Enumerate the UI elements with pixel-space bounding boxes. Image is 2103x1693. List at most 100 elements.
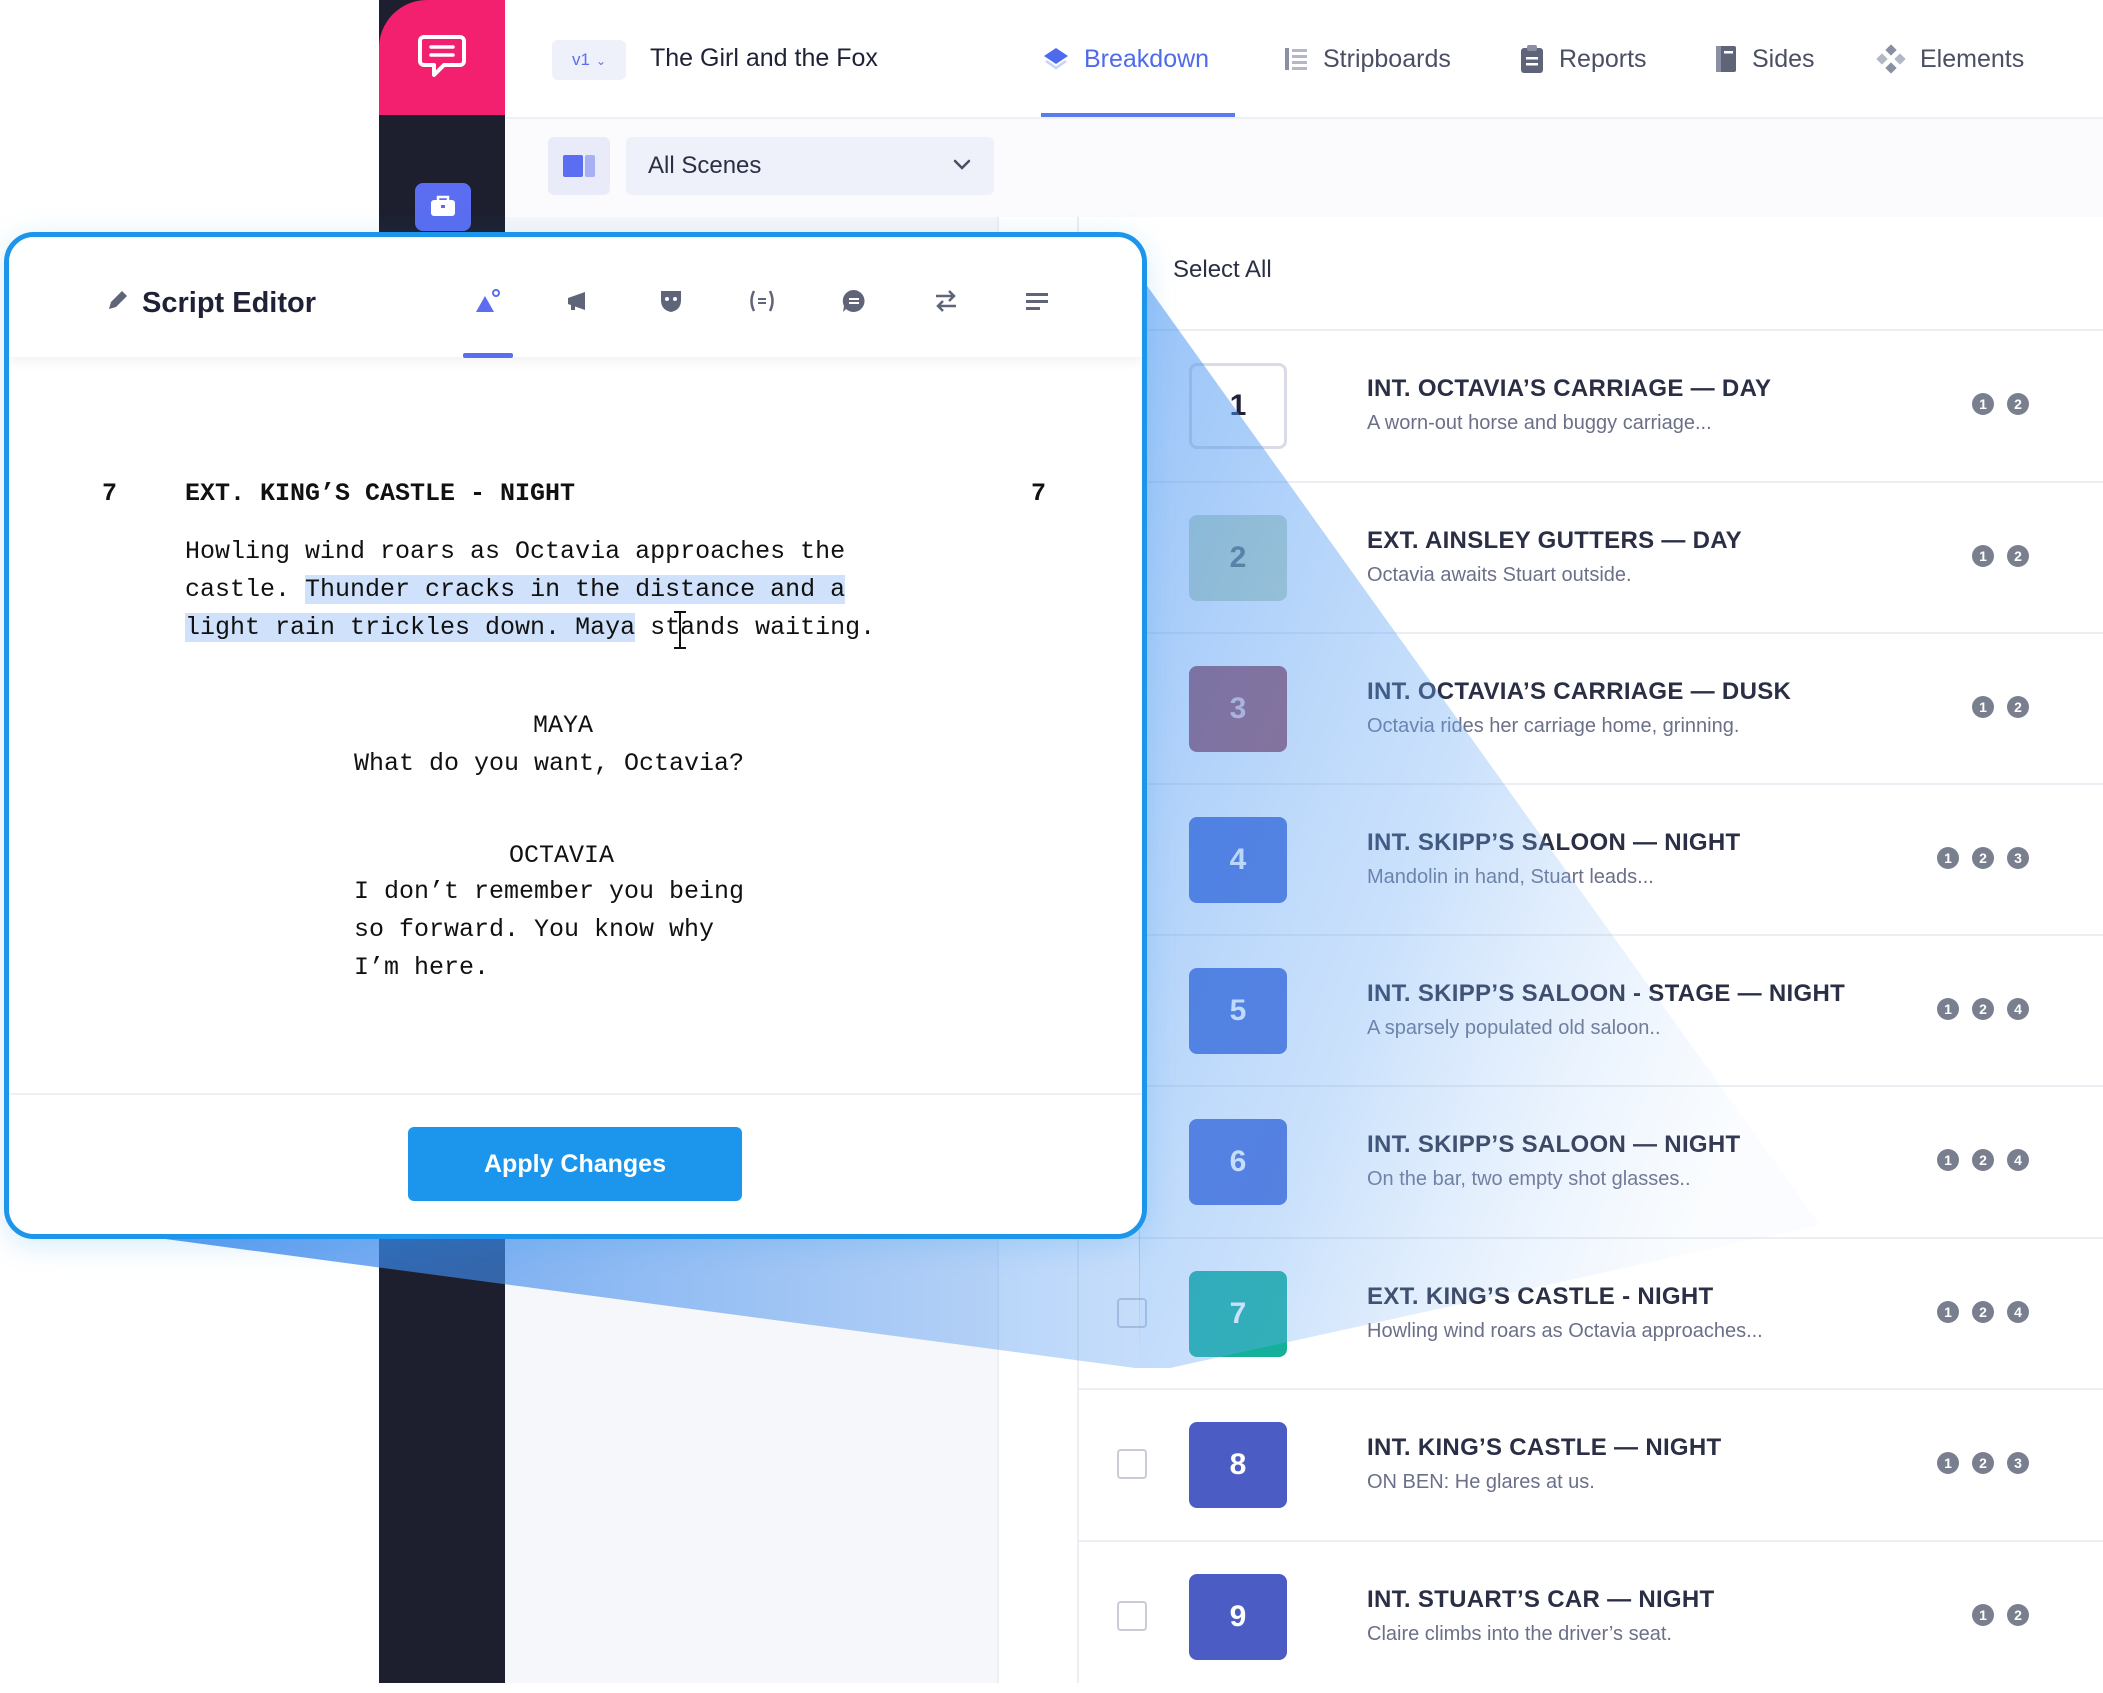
element-badges: 123 bbox=[1937, 1452, 2029, 1474]
sidebar-item-projects[interactable] bbox=[415, 183, 471, 231]
scene-description: A sparsely populated old saloon.. bbox=[1367, 1017, 1661, 1039]
element-count-badge: 2 bbox=[2007, 1604, 2029, 1626]
character-name[interactable]: OCTAVIA bbox=[509, 837, 614, 875]
dialogue-line[interactable]: I don’t remember you being bbox=[354, 873, 744, 911]
elements-icon bbox=[1876, 44, 1906, 74]
tab-label: Reports bbox=[1559, 44, 1647, 73]
scene-number-badge: 7 bbox=[1189, 1271, 1287, 1357]
scene-number-badge: 5 bbox=[1189, 968, 1287, 1054]
tab-elements[interactable]: Elements bbox=[1876, 34, 2024, 84]
select-all-link[interactable]: Select All bbox=[1173, 256, 1272, 284]
tab-breakdown[interactable]: Breakdown bbox=[1042, 34, 1209, 84]
scene-description: Octavia awaits Stuart outside. bbox=[1367, 564, 1632, 586]
scene-heading: INT. OCTAVIA’S CARRIAGE — DUSK bbox=[1367, 678, 1792, 705]
scene-description: Mandolin in hand, Stuart leads... bbox=[1367, 866, 1654, 888]
dialogue-tool-button[interactable] bbox=[834, 281, 874, 321]
scene-row[interactable]: 2 EXT. AINSLEY GUTTERS — DAY Octavia await… bbox=[1077, 481, 2103, 634]
panel-toggle-icon-secondary bbox=[585, 155, 595, 177]
scene-row[interactable]: 9 INT. STUART’S CAR — NIGHT Claire climbs … bbox=[1077, 1540, 2103, 1693]
tab-label: Stripboards bbox=[1323, 44, 1451, 73]
parenthetical-icon bbox=[750, 290, 774, 312]
scene-number-badge: 2 bbox=[1189, 515, 1287, 601]
chevron-down-icon: ⌄ bbox=[595, 54, 607, 68]
tab-sides[interactable]: Sides bbox=[1714, 34, 1815, 84]
action-line[interactable]: Howling wind roars as Octavia approaches… bbox=[185, 533, 845, 571]
scene-row[interactable]: 3 INT. OCTAVIA’S CARRIAGE — DUSK Octavia r… bbox=[1077, 632, 2103, 785]
scene-heading[interactable]: EXT. KING’S CASTLE - NIGHT bbox=[185, 475, 575, 513]
selected-text: Thunder cracks in the distance and a bbox=[305, 575, 846, 604]
element-badges: 124 bbox=[1937, 998, 2029, 1020]
scene-heading: INT. SKIPP’S SALOON - STAGE — NIGHT bbox=[1367, 980, 1846, 1007]
scene-heading: INT. SKIPP’S SALOON — NIGHT bbox=[1367, 1131, 1741, 1158]
script-editor-modal: Script Editor 7 EXT. KING’S CASTLE - NIG… bbox=[4, 232, 1147, 1239]
action-text: castle. bbox=[185, 575, 306, 604]
mask-tool-button[interactable] bbox=[651, 281, 691, 321]
scene-row[interactable]: 4 INT. SKIPP’S SALOON — NIGHT Mandolin in … bbox=[1077, 783, 2103, 936]
stripboard-icon bbox=[1285, 48, 1307, 70]
transition-tool-button[interactable] bbox=[926, 281, 966, 321]
version-select[interactable]: v1 ⌄ bbox=[552, 40, 626, 80]
clipboard-icon bbox=[1521, 45, 1543, 73]
action-line[interactable]: castle. Thunder cracks in the distance a… bbox=[185, 571, 846, 609]
element-count-badge: 1 bbox=[1937, 1149, 1959, 1171]
scene-checkbox[interactable] bbox=[1117, 1601, 1147, 1631]
action-text: stands waiting. bbox=[635, 613, 876, 642]
element-badges: 12 bbox=[1972, 393, 2029, 415]
dialogue-line[interactable]: so forward. You know why bbox=[354, 911, 714, 949]
element-count-badge: 1 bbox=[1937, 1301, 1959, 1323]
scene-heading: INT. STUART’S CAR — NIGHT bbox=[1367, 1586, 1715, 1613]
scene-row[interactable]: 6 INT. SKIPP’S SALOON — NIGHT On the bar, … bbox=[1077, 1085, 2103, 1238]
scene-row[interactable]: 1 INT. OCTAVIA’S CARRIAGE — DAY A worn-out… bbox=[1077, 329, 2103, 482]
element-count-badge: 2 bbox=[2007, 696, 2029, 718]
layers-icon bbox=[1044, 48, 1068, 70]
scene-row[interactable]: 5 INT. SKIPP’S SALOON - STAGE — NIGHT A sp… bbox=[1077, 934, 2103, 1087]
scene-description: ON BEN: He glares at us. bbox=[1367, 1471, 1595, 1493]
scene-description: Claire climbs into the driver’s seat. bbox=[1367, 1623, 1672, 1645]
scene-number-badge: 3 bbox=[1189, 666, 1287, 752]
scene-row[interactable]: 7 EXT. KING’S CASTLE - NIGHT Howling wind … bbox=[1077, 1237, 2103, 1390]
megaphone-tool-button[interactable] bbox=[559, 281, 599, 321]
scene-row[interactable]: 8 INT. KING’S CASTLE — NIGHT ON BEN: He gl… bbox=[1077, 1388, 2103, 1541]
element-count-badge: 1 bbox=[1937, 998, 1959, 1020]
scene-number-badge: 1 bbox=[1189, 363, 1287, 449]
element-badges: 124 bbox=[1937, 1301, 2029, 1323]
element-count-badge: 1 bbox=[1937, 847, 1959, 869]
scene-icon bbox=[476, 289, 500, 312]
element-count-badge: 2 bbox=[1972, 847, 1994, 869]
element-count-badge: 4 bbox=[2007, 1149, 2029, 1171]
selected-text: light rain trickles down. Maya bbox=[185, 613, 636, 642]
text-align-tool-button[interactable] bbox=[1017, 281, 1057, 321]
element-count-badge: 2 bbox=[2007, 545, 2029, 567]
dialogue-line[interactable]: What do you want, Octavia? bbox=[354, 745, 744, 783]
scene-number-badge: 9 bbox=[1189, 1574, 1287, 1660]
text-align-icon bbox=[1026, 293, 1048, 310]
panel-toggle-button[interactable] bbox=[548, 137, 610, 195]
element-badges: 124 bbox=[1937, 1149, 2029, 1171]
script-editor-title: Script Editor bbox=[142, 287, 317, 319]
apply-changes-button[interactable]: Apply Changes bbox=[408, 1127, 742, 1201]
element-badges: 12 bbox=[1972, 696, 2029, 718]
panel-toggle-icon bbox=[563, 155, 583, 177]
element-count-badge: 4 bbox=[2007, 1301, 2029, 1323]
element-count-badge: 1 bbox=[1972, 696, 1994, 718]
scene-tool-button[interactable] bbox=[468, 281, 508, 321]
action-line[interactable]: light rain trickles down. Maya stands wa… bbox=[185, 609, 875, 647]
element-badges: 123 bbox=[1937, 847, 2029, 869]
element-count-badge: 2 bbox=[1972, 1301, 1994, 1323]
tab-reports[interactable]: Reports bbox=[1519, 34, 1647, 84]
scene-checkbox[interactable] bbox=[1117, 1298, 1147, 1328]
dialogue-icon bbox=[842, 289, 865, 312]
dialogue-line[interactable]: I’m here. bbox=[354, 949, 489, 987]
scene-heading: EXT. AINSLEY GUTTERS — DAY bbox=[1367, 527, 1742, 554]
scene-checkbox[interactable] bbox=[1117, 1449, 1147, 1479]
element-count-badge: 2 bbox=[2007, 393, 2029, 415]
scene-filter-select[interactable]: All Scenes bbox=[626, 137, 994, 195]
element-badges: 12 bbox=[1972, 1604, 2029, 1626]
tab-stripboards[interactable]: Stripboards bbox=[1283, 34, 1451, 84]
transition-icon bbox=[936, 290, 956, 312]
character-name[interactable]: MAYA bbox=[533, 707, 593, 745]
scene-heading: INT. OCTAVIA’S CARRIAGE — DAY bbox=[1367, 375, 1772, 402]
parenthetical-tool-button[interactable] bbox=[742, 281, 782, 321]
app-logo[interactable] bbox=[379, 0, 505, 115]
scene-number-badge: 8 bbox=[1189, 1422, 1287, 1508]
